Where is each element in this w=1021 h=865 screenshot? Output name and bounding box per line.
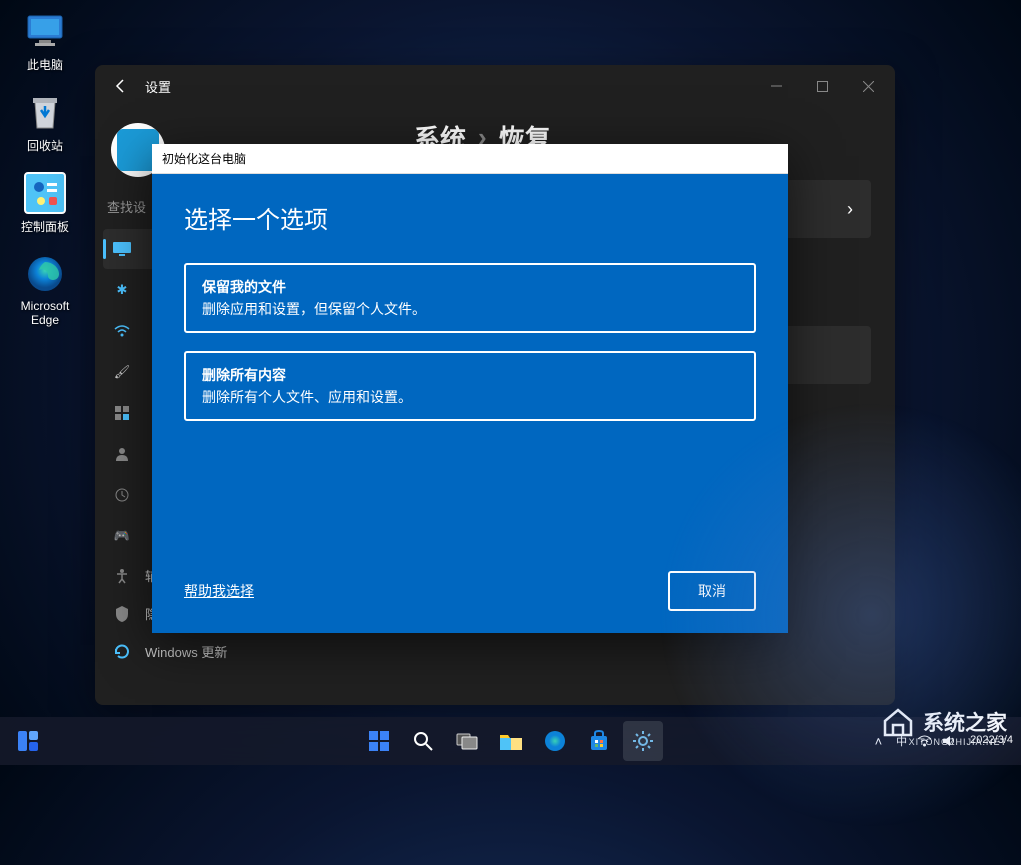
desktop-icon-this-pc[interactable]: 此电脑 xyxy=(10,10,80,73)
cancel-button[interactable]: 取消 xyxy=(668,571,756,611)
dialog-heading: 选择一个选项 xyxy=(184,200,756,235)
option-title: 删除所有内容 xyxy=(202,365,738,385)
shield-icon xyxy=(113,605,131,623)
back-button[interactable] xyxy=(105,70,137,102)
clock[interactable]: 2022/3/4 xyxy=(970,734,1013,747)
desktop-icons: 此电脑 回收站 控制面板 Microsoft Edge xyxy=(10,10,80,327)
recycle-bin-icon xyxy=(24,91,66,133)
pc-icon xyxy=(24,10,66,52)
search-button[interactable] xyxy=(403,721,443,761)
icon-label: Microsoft Edge xyxy=(10,299,80,327)
desktop-icon-edge[interactable]: Microsoft Edge xyxy=(10,253,80,327)
accessibility-icon xyxy=(113,567,131,585)
display-icon xyxy=(113,240,131,258)
help-link[interactable]: 帮助我选择 xyxy=(184,581,254,601)
option-title: 保留我的文件 xyxy=(202,277,738,297)
file-explorer-button[interactable] xyxy=(491,721,531,761)
start-button[interactable] xyxy=(359,721,399,761)
settings-title: 设置 xyxy=(145,77,171,96)
nav-windows-update[interactable]: Windows 更新 xyxy=(103,633,382,670)
taskbar: ˄ 中 2022/3/4 xyxy=(0,717,1021,765)
settings-taskbar-button[interactable] xyxy=(623,721,663,761)
wifi-icon xyxy=(113,322,131,340)
option-remove-everything[interactable]: 删除所有内容 删除所有个人文件、应用和设置。 xyxy=(184,351,756,421)
desktop-icon-recycle-bin[interactable]: 回收站 xyxy=(10,91,80,154)
edge-icon xyxy=(24,253,66,295)
option-keep-files[interactable]: 保留我的文件 删除应用和设置，但保留个人文件。 xyxy=(184,263,756,333)
desktop-icon-control-panel[interactable]: 控制面板 xyxy=(10,172,80,235)
brush-icon: 🖌 xyxy=(113,363,131,381)
close-button[interactable] xyxy=(845,65,891,107)
system-tray[interactable]: ˄ 中 2022/3/4 xyxy=(875,733,1013,749)
network-tray-icon[interactable] xyxy=(917,735,932,747)
window-titlebar[interactable]: 设置 xyxy=(95,65,895,107)
ime-icon[interactable]: 中 xyxy=(896,733,907,749)
minimize-button[interactable] xyxy=(753,65,799,107)
store-button[interactable] xyxy=(579,721,619,761)
control-panel-icon xyxy=(24,172,66,214)
widgets-button[interactable] xyxy=(8,721,48,761)
icon-label: 回收站 xyxy=(27,137,63,154)
taskbar-center xyxy=(359,721,663,761)
tray-chevron-icon[interactable]: ˄ xyxy=(875,734,883,749)
reset-pc-dialog: 初始化这台电脑 选择一个选项 保留我的文件 删除应用和设置，但保留个人文件。 删… xyxy=(152,144,788,633)
chevron-right-icon: › xyxy=(847,199,853,220)
gamepad-icon: 🎮 xyxy=(113,527,131,545)
maximize-button[interactable] xyxy=(799,65,845,107)
apps-icon xyxy=(113,404,131,422)
person-icon xyxy=(113,445,131,463)
option-desc: 删除所有个人文件、应用和设置。 xyxy=(202,387,738,407)
dialog-titlebar[interactable]: 初始化这台电脑 xyxy=(152,144,788,174)
icon-label: 此电脑 xyxy=(27,56,63,73)
edge-taskbar-button[interactable] xyxy=(535,721,575,761)
update-icon xyxy=(113,643,131,661)
task-view-button[interactable] xyxy=(447,721,487,761)
bluetooth-icon: ✱ xyxy=(113,281,131,299)
option-desc: 删除应用和设置，但保留个人文件。 xyxy=(202,299,738,319)
volume-tray-icon[interactable] xyxy=(942,735,956,747)
clock-icon xyxy=(113,486,131,504)
icon-label: 控制面板 xyxy=(21,218,69,235)
